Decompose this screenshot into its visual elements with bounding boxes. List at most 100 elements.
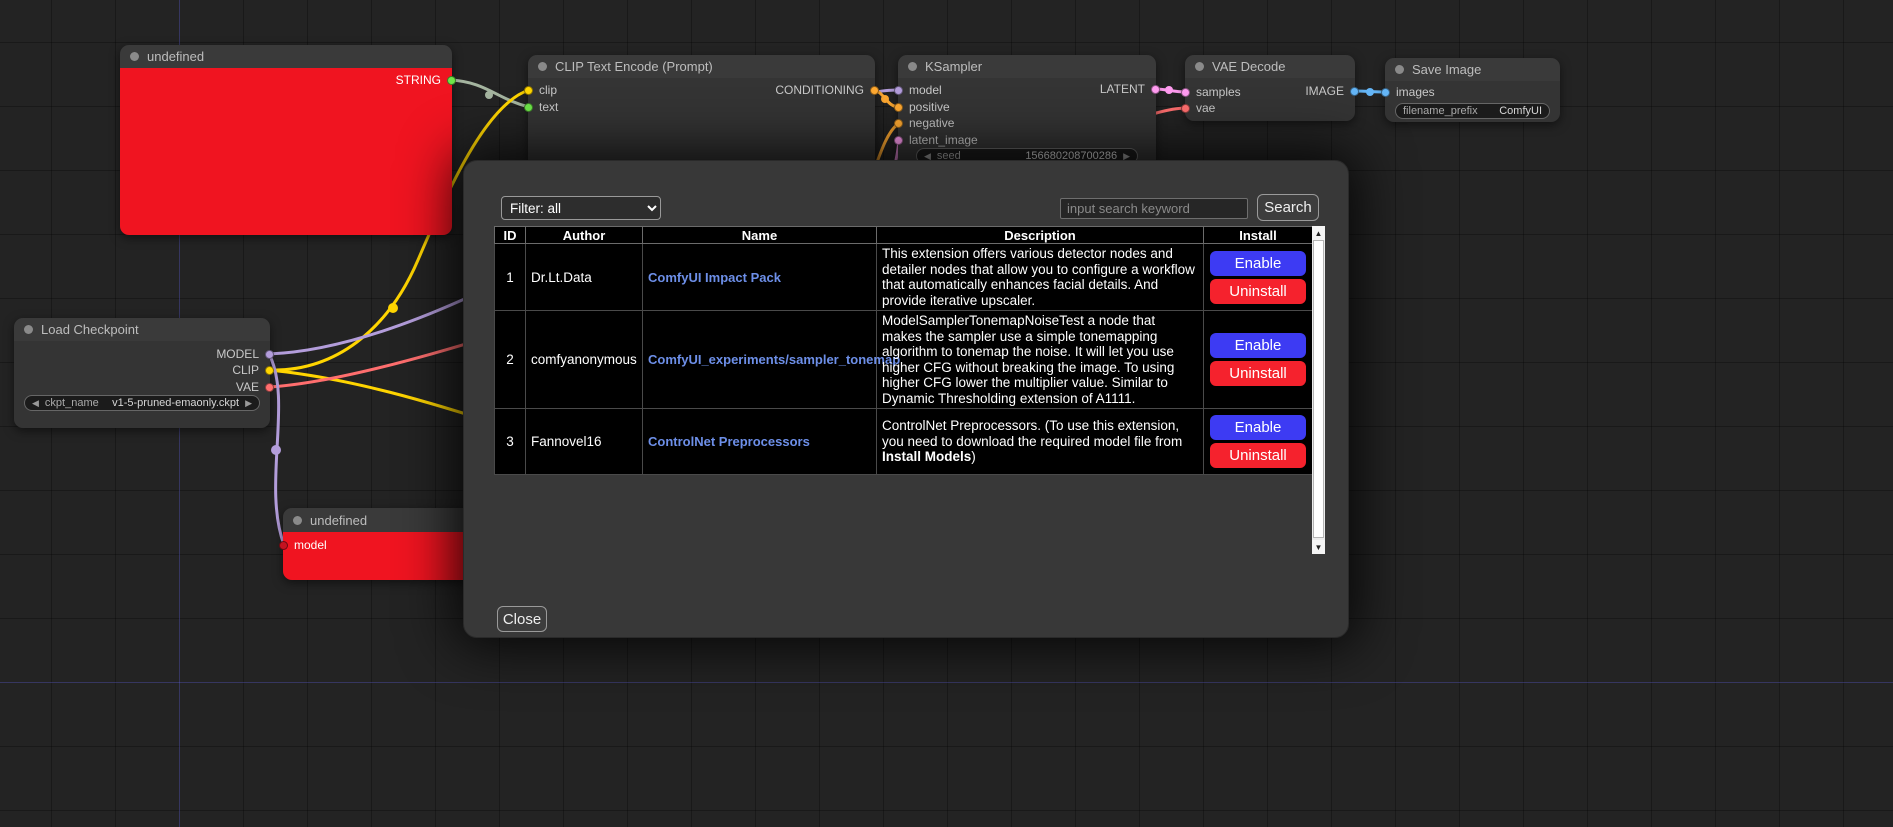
scroll-up-icon[interactable]: ▲: [1312, 226, 1325, 240]
search-input[interactable]: [1060, 198, 1248, 219]
port-label: latent_image: [909, 133, 978, 147]
custom-nodes-manager-dialog: Filter: all Search ID Author Name Descri…: [463, 160, 1349, 638]
port-label: IMAGE: [1305, 84, 1344, 98]
node-title-bar[interactable]: VAE Decode: [1185, 55, 1355, 78]
output-port-image[interactable]: IMAGE: [1185, 84, 1355, 98]
previous-arrow-icon[interactable]: ◀: [32, 399, 39, 408]
latent-port-dot[interactable]: [894, 136, 903, 145]
widget-label: ckpt_name: [45, 397, 99, 409]
extension-link[interactable]: ControlNet Preprocessors: [648, 434, 810, 449]
table-row: 2 comfyanonymous ComfyUI_experiments/sam…: [495, 311, 1313, 409]
cell-install: Enable Uninstall: [1204, 311, 1313, 409]
output-port-vae[interactable]: VAE: [14, 380, 270, 394]
extensions-table: ID Author Name Description Install 1 Dr.…: [494, 226, 1312, 475]
filename-prefix-widget[interactable]: filename_prefix ComfyUI: [1395, 103, 1550, 119]
port-label: images: [1396, 85, 1435, 99]
node-title-bar[interactable]: Load Checkpoint: [14, 318, 270, 341]
model-out-port-dot[interactable]: [265, 350, 274, 359]
scroll-down-icon[interactable]: ▼: [1312, 540, 1325, 554]
extension-link[interactable]: ComfyUI_experiments/sampler_tonemap: [648, 352, 900, 367]
image-port-dot[interactable]: [1350, 87, 1359, 96]
text-port-dot[interactable]: [524, 103, 533, 112]
cell-description: ModelSamplerTonemapNoiseTest a node that…: [877, 311, 1204, 409]
vae-port-dot[interactable]: [1181, 104, 1190, 113]
table-scrollbar[interactable]: ▲ ▼: [1312, 226, 1325, 554]
header-author: Author: [526, 227, 643, 244]
input-port-latent-image[interactable]: latent_image: [898, 133, 1156, 147]
node-load-checkpoint[interactable]: Load Checkpoint MODEL CLIP VAE ◀ ckpt_na…: [14, 318, 270, 428]
node-title-bar[interactable]: KSampler: [898, 55, 1156, 78]
cell-install: Enable Uninstall: [1204, 409, 1313, 475]
uninstall-button[interactable]: Uninstall: [1210, 279, 1306, 304]
cell-id: 2: [495, 311, 526, 409]
collapse-dot-icon[interactable]: [293, 516, 302, 525]
header-install: Install: [1204, 227, 1313, 244]
collapse-dot-icon[interactable]: [1195, 62, 1204, 71]
collapse-dot-icon[interactable]: [24, 325, 33, 334]
cell-name: ControlNet Preprocessors: [643, 409, 877, 475]
uninstall-button[interactable]: Uninstall: [1210, 361, 1306, 386]
node-title-bar[interactable]: Save Image: [1385, 58, 1560, 81]
ckpt-name-widget[interactable]: ◀ ckpt_name v1-5-pruned-emaonly.ckpt ▶: [24, 395, 260, 411]
scrollbar-thumb[interactable]: [1313, 240, 1324, 538]
node-undefined-top[interactable]: undefined STRING: [120, 45, 452, 235]
port-label: CLIP: [232, 363, 259, 377]
conditioning-port-dot[interactable]: [870, 86, 879, 95]
input-port-images[interactable]: images: [1385, 85, 1560, 99]
collapse-dot-icon[interactable]: [130, 52, 139, 61]
output-port-clip[interactable]: CLIP: [14, 363, 270, 377]
enable-button[interactable]: Enable: [1210, 415, 1306, 440]
port-label: CONDITIONING: [775, 83, 864, 97]
collapse-dot-icon[interactable]: [538, 62, 547, 71]
input-port-positive[interactable]: positive: [898, 100, 1156, 114]
port-label: negative: [909, 116, 954, 130]
port-label: LATENT: [1100, 82, 1145, 96]
port-label: MODEL: [216, 347, 259, 361]
port-label: STRING: [396, 73, 441, 87]
table-header-row: ID Author Name Description Install: [495, 227, 1313, 244]
node-title-bar[interactable]: undefined: [120, 45, 452, 68]
uninstall-button[interactable]: Uninstall: [1210, 443, 1306, 468]
extension-link[interactable]: ComfyUI Impact Pack: [648, 270, 781, 285]
filter-select[interactable]: Filter: all: [501, 196, 661, 220]
negative-port-dot[interactable]: [894, 119, 903, 128]
positive-port-dot[interactable]: [894, 103, 903, 112]
input-port-negative[interactable]: negative: [898, 116, 1156, 130]
node-title-bar[interactable]: CLIP Text Encode (Prompt): [528, 55, 875, 78]
header-description: Description: [877, 227, 1204, 244]
node-title-label: VAE Decode: [1212, 59, 1285, 74]
cell-name: ComfyUI Impact Pack: [643, 244, 877, 311]
node-save-image[interactable]: Save Image images filename_prefix ComfyU…: [1385, 58, 1560, 122]
close-button[interactable]: Close: [497, 606, 547, 632]
cell-id: 3: [495, 409, 526, 475]
input-port-vae[interactable]: vae: [1185, 101, 1355, 115]
latent-out-port-dot[interactable]: [1151, 85, 1160, 94]
images-port-dot[interactable]: [1381, 88, 1390, 97]
port-label: VAE: [236, 380, 259, 394]
enable-button[interactable]: Enable: [1210, 251, 1306, 276]
cell-description: This extension offers various detector n…: [877, 244, 1204, 311]
node-body: [120, 68, 452, 235]
string-port-dot[interactable]: [447, 76, 456, 85]
table-row: 3 Fannovel16 ControlNet Preprocessors Co…: [495, 409, 1313, 475]
port-label: model: [294, 538, 327, 552]
collapse-dot-icon[interactable]: [1395, 65, 1404, 74]
node-vae-decode[interactable]: VAE Decode samples vae IMAGE: [1185, 55, 1355, 121]
output-port-latent[interactable]: LATENT: [898, 82, 1156, 96]
cell-id: 1: [495, 244, 526, 311]
node-title-label: undefined: [147, 49, 204, 64]
next-arrow-icon[interactable]: ▶: [245, 399, 252, 408]
output-port-conditioning[interactable]: CONDITIONING: [528, 83, 875, 97]
collapse-dot-icon[interactable]: [908, 62, 917, 71]
widget-label: filename_prefix: [1403, 105, 1478, 117]
output-port-string[interactable]: STRING: [120, 73, 452, 87]
clip-out-port-dot[interactable]: [265, 366, 274, 375]
output-port-model[interactable]: MODEL: [14, 347, 270, 361]
vae-out-port-dot[interactable]: [265, 383, 274, 392]
enable-button[interactable]: Enable: [1210, 333, 1306, 358]
search-button[interactable]: Search: [1257, 194, 1319, 221]
model-port-dot[interactable]: [279, 541, 288, 550]
table-row: 1 Dr.Lt.Data ComfyUI Impact Pack This ex…: [495, 244, 1313, 311]
input-port-text[interactable]: text: [528, 100, 875, 114]
node-graph-canvas[interactable]: undefined STRING CLIP Text Encode (Promp…: [0, 0, 1893, 827]
